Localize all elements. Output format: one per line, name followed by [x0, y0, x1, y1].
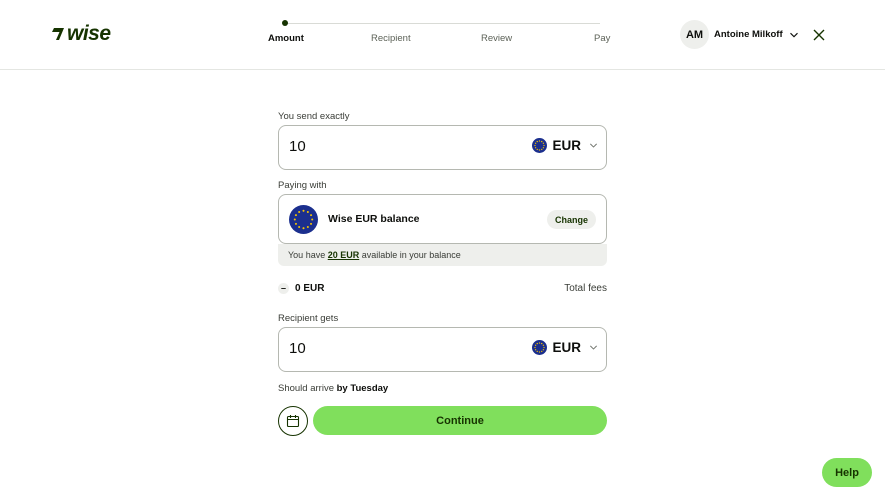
wise-logo[interactable]: wise	[51, 22, 111, 46]
receive-amount-field[interactable]: EUR	[278, 327, 607, 372]
balance-amount-link[interactable]: 20 EUR	[328, 250, 360, 260]
paying-with-label: Paying with	[278, 180, 327, 191]
send-amount-input[interactable]	[289, 138, 489, 155]
account-menu[interactable]: AM Antoine Milkoff	[680, 20, 799, 49]
minus-icon: –	[278, 283, 289, 294]
step-recipient[interactable]: Recipient	[371, 33, 411, 44]
send-currency-code: EUR	[552, 138, 581, 153]
eu-flag-icon	[532, 138, 548, 153]
fees-row: – 0 EUR Total fees	[278, 282, 607, 296]
calendar-icon	[286, 415, 300, 428]
stepper-track	[284, 23, 600, 24]
stepper-current-dot	[282, 20, 288, 26]
arrival-day: by Tuesday	[336, 383, 389, 394]
fees-label[interactable]: Total fees	[564, 283, 607, 294]
eu-flag-icon	[532, 340, 548, 355]
receive-amount-input[interactable]	[289, 340, 489, 357]
fees-amount: 0 EUR	[295, 283, 325, 294]
avatar: AM	[680, 20, 709, 49]
schedule-transfer-button[interactable]	[278, 406, 308, 436]
send-label: You send exactly	[278, 111, 350, 122]
wise-logo-text: wise	[67, 22, 111, 45]
balance-note-prefix: You have	[288, 250, 328, 260]
balance-note: You have 20 EUR available in your balanc…	[278, 244, 607, 266]
receive-currency-code: EUR	[552, 340, 581, 355]
paying-method-card[interactable]: Wise EUR balance Change	[278, 194, 607, 244]
arrival-estimate: Should arrive by Tuesday	[278, 383, 388, 394]
eu-flag-icon	[289, 205, 318, 234]
step-amount[interactable]: Amount	[268, 33, 304, 44]
step-pay[interactable]: Pay	[594, 33, 610, 44]
send-currency-select[interactable]: EUR	[532, 138, 598, 153]
change-button[interactable]: Change	[546, 210, 596, 229]
chevron-down-icon	[789, 32, 798, 37]
account-name: Antoine Milkoff	[714, 29, 783, 40]
balance-note-suffix: available in your balance	[359, 250, 461, 260]
close-icon[interactable]	[811, 27, 827, 43]
continue-button[interactable]: Continue	[313, 406, 607, 435]
paying-method-name: Wise EUR balance	[328, 213, 420, 225]
top-header: wise Amount Recipient Review Pay AM Anto…	[0, 0, 885, 70]
arrival-prefix: Should arrive	[278, 383, 337, 394]
progress-stepper: Amount Recipient Review Pay	[268, 18, 610, 48]
receive-label: Recipient gets	[278, 313, 339, 324]
wise-logo-icon	[52, 28, 64, 40]
receive-currency-select[interactable]: EUR	[532, 340, 598, 355]
chevron-down-icon	[590, 345, 597, 350]
help-button[interactable]: Help	[822, 458, 872, 487]
chevron-down-icon	[590, 143, 597, 148]
send-amount-field[interactable]: EUR	[278, 125, 607, 170]
step-review[interactable]: Review	[481, 33, 512, 44]
